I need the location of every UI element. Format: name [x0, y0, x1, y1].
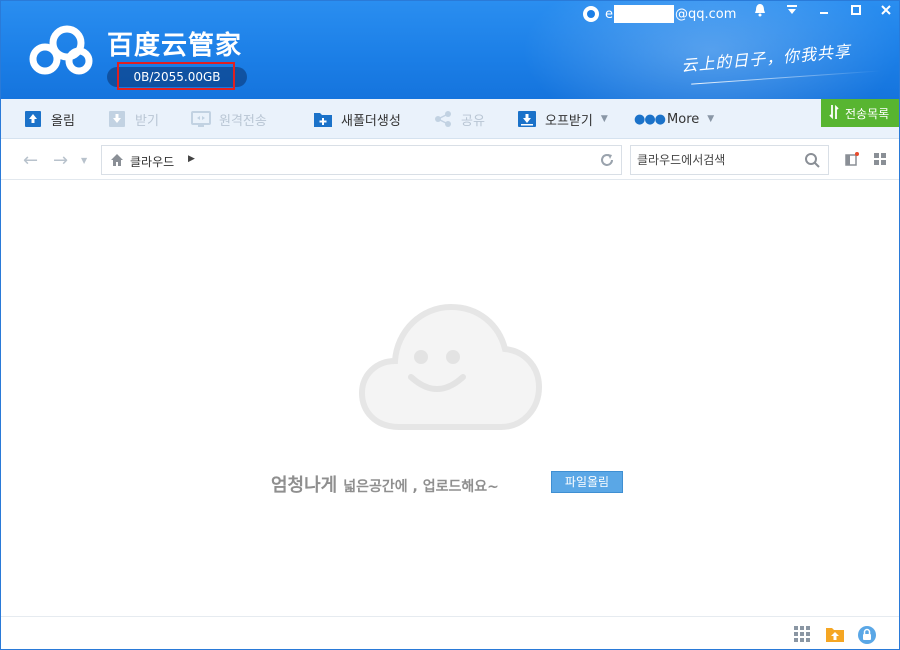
remote-transfer-label: 원격전송: [219, 113, 267, 129]
back-arrow-icon[interactable]: ←: [23, 150, 38, 171]
menu-dropdown-icon[interactable]: [779, 3, 805, 23]
new-folder-button[interactable]: 새폴더생성: [313, 99, 401, 139]
search-icon[interactable]: [804, 152, 820, 168]
breadcrumb-caret-icon[interactable]: ▶: [188, 154, 195, 164]
new-folder-icon: [313, 109, 333, 129]
app-title: 百度云管家: [107, 31, 243, 61]
empty-state-message: 엄청나게 넓은공간에 , 업로드해요~: [271, 471, 499, 497]
transfer-list-button[interactable]: 전송목록: [821, 99, 899, 127]
offline-download-button[interactable]: 오프받기 ▼: [517, 99, 608, 139]
download-icon: [107, 109, 127, 129]
breadcrumb: 클라우드 ▶: [101, 145, 622, 175]
download-button[interactable]: 받기: [107, 99, 159, 139]
upload-label: 올림: [51, 113, 75, 129]
history-dropdown-icon[interactable]: ▼: [81, 156, 87, 165]
quota-highlight-box: [117, 62, 235, 90]
new-folder-label: 새폴더생성: [341, 113, 401, 129]
more-button[interactable]: ●●● More ▼: [634, 99, 714, 139]
app-header: 百度云管家 0B/2055.00GB 云上的日子，你我共享 e @qq.com: [1, 1, 899, 99]
offline-download-icon: [517, 109, 537, 129]
app-grid-icon[interactable]: [793, 625, 811, 643]
maximize-icon[interactable]: [843, 3, 869, 23]
user-account[interactable]: e @qq.com: [583, 5, 736, 23]
file-list-area: 엄청나게 넓은공간에 , 업로드해요~ 파일올림: [1, 181, 899, 616]
search-box: [630, 145, 829, 175]
refresh-icon[interactable]: [599, 152, 615, 168]
forward-arrow-icon[interactable]: →: [53, 150, 68, 171]
transfer-list-label: 전송목록: [845, 106, 890, 121]
user-avatar-icon: [583, 6, 599, 22]
upload-button[interactable]: 올림: [23, 99, 75, 139]
bell-icon[interactable]: [747, 3, 773, 23]
share-label: 공유: [461, 113, 485, 129]
offline-download-label: 오프받기: [545, 113, 593, 129]
download-label: 받기: [135, 113, 159, 129]
lock-icon[interactable]: [857, 625, 877, 645]
user-email-prefix: e: [605, 6, 613, 22]
chevron-down-icon: ▼: [707, 114, 715, 124]
close-icon[interactable]: [873, 3, 899, 23]
upload-icon: [23, 109, 43, 129]
transfer-arrows-icon: [829, 104, 839, 123]
share-icon: [433, 109, 453, 129]
home-icon[interactable]: [110, 153, 124, 167]
status-bar: [1, 616, 899, 649]
list-view-icon[interactable]: [845, 152, 859, 166]
share-button[interactable]: 공유: [433, 99, 485, 139]
remote-transfer-button[interactable]: 원격전송: [191, 99, 267, 139]
minimize-icon[interactable]: [811, 3, 837, 23]
empty-headline: 엄청나게: [271, 475, 338, 496]
breadcrumb-cloud[interactable]: 클라우드: [130, 153, 174, 170]
upload-folder-icon[interactable]: [825, 625, 845, 643]
more-label: More: [667, 111, 700, 127]
user-email-suffix: @qq.com: [675, 6, 737, 22]
upload-file-button[interactable]: 파일올림: [551, 471, 623, 493]
search-input[interactable]: [637, 151, 797, 169]
more-dots-icon: ●●●: [634, 111, 666, 127]
baidu-cloud-window: 百度云管家 0B/2055.00GB 云上的日子，你我共享 e @qq.com: [0, 0, 900, 650]
smiling-cloud-icon: [359, 303, 543, 430]
address-bar-row: ← → ▼ 클라우드 ▶: [1, 140, 899, 180]
baidu-cloud-logo: [29, 25, 93, 75]
remote-transfer-icon: [191, 109, 211, 129]
grid-view-icon[interactable]: [873, 152, 887, 166]
empty-subline: 넓은공간에 , 업로드해요~: [343, 479, 499, 495]
chevron-down-icon: ▼: [600, 114, 608, 124]
main-toolbar: 올림 받기 원격전송 새폴더생성 공유 오프받기 ▼ ●●● More ▼: [1, 99, 899, 139]
email-redaction: [614, 5, 674, 23]
